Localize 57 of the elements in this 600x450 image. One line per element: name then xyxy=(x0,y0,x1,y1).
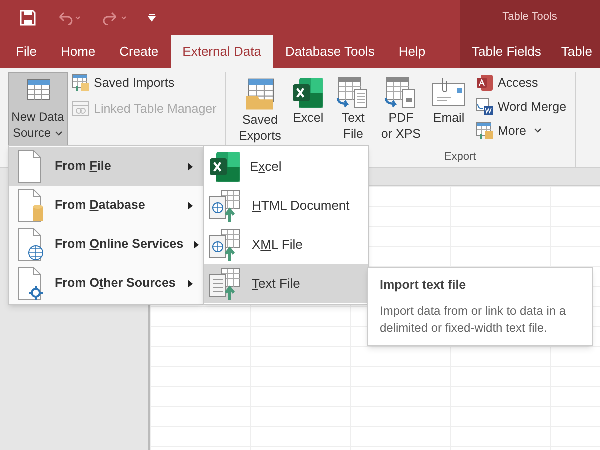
spreadsheet-icon xyxy=(208,150,242,184)
ribbon-tab[interactable]: Create xyxy=(108,35,171,68)
menu-item[interactable]: HTML Document xyxy=(204,186,368,225)
document-connector-icon xyxy=(17,266,45,300)
menu-item-label: From Online Services xyxy=(55,236,184,254)
export-button[interactable]: Email xyxy=(426,72,472,126)
ribbon-small-button[interactable]: Saved Imports xyxy=(72,72,217,94)
export-button[interactable]: Text File xyxy=(330,72,376,142)
menu-item[interactable]: Excel xyxy=(204,147,368,186)
ribbon-tab[interactable]: Home xyxy=(48,35,108,68)
menu-item[interactable]: From Other Sources xyxy=(9,264,203,303)
new-data-source-button[interactable]: New Data Source xyxy=(8,72,68,148)
merge-document-icon xyxy=(476,98,494,116)
ribbon-tab[interactable]: Help xyxy=(386,35,438,68)
ribbon-tab[interactable]: External Data xyxy=(170,35,274,68)
document-globe-icon xyxy=(17,228,45,262)
menu-item-label: From Other Sources xyxy=(55,275,177,292)
menu-item-label: HTML Document xyxy=(252,196,350,215)
ribbon-tab[interactable]: Table Fields xyxy=(464,35,550,68)
ribbon-tab[interactable]: Table xyxy=(553,35,600,68)
tooltip-text: Import data from or link to data in a delimited or fixed-width text file. xyxy=(380,302,568,337)
submenu-arrow-icon xyxy=(188,202,193,210)
group-label: Export xyxy=(444,150,476,164)
caret-icon xyxy=(55,130,64,137)
database-app-icon xyxy=(476,74,494,92)
table-arrow-icon xyxy=(72,74,90,92)
customize-icon[interactable] xyxy=(148,14,156,22)
menu-item[interactable]: From Online Services xyxy=(9,225,203,264)
save-icon[interactable] xyxy=(20,10,36,26)
menu-item-label: Text File xyxy=(252,274,300,293)
ribbon-tab[interactable]: Database Tools xyxy=(273,35,387,68)
menu-item-label: From Database xyxy=(55,197,146,214)
redo-icon[interactable] xyxy=(102,10,128,24)
menu-item-label: From File xyxy=(55,158,112,176)
menu-item[interactable]: Text File xyxy=(204,264,368,303)
menu-item[interactable]: From Database xyxy=(9,186,203,225)
tooltip-title: Import text file xyxy=(380,277,468,294)
submenu-arrow-icon xyxy=(188,162,193,170)
submenu-arrow-icon xyxy=(188,280,193,288)
menu-item-label: XML File xyxy=(252,236,303,254)
document-database-icon xyxy=(17,188,45,222)
ribbon-small-button[interactable]: Access xyxy=(476,72,567,94)
menu-item-label: Excel xyxy=(250,158,282,176)
export-button[interactable]: Excel xyxy=(286,72,330,126)
export-button[interactable]: PDF or XPS xyxy=(376,72,426,142)
table-stack-icon xyxy=(476,122,494,140)
ribbon-tab[interactable]: File xyxy=(4,35,49,68)
menu-item[interactable]: From File xyxy=(9,147,203,186)
context-title: Table Tools xyxy=(502,10,558,26)
ribbon-small-button[interactable]: More xyxy=(476,120,567,142)
menu-item[interactable]: XML File xyxy=(204,225,368,264)
spreadsheet-icon xyxy=(291,76,326,110)
ribbon-small-button[interactable]: Word Merge xyxy=(476,96,567,118)
linked-table-icon xyxy=(72,100,90,118)
export-button[interactable]: Saved Exports xyxy=(234,72,286,144)
submenu-arrow-icon xyxy=(194,240,199,248)
caret-icon xyxy=(534,128,542,134)
